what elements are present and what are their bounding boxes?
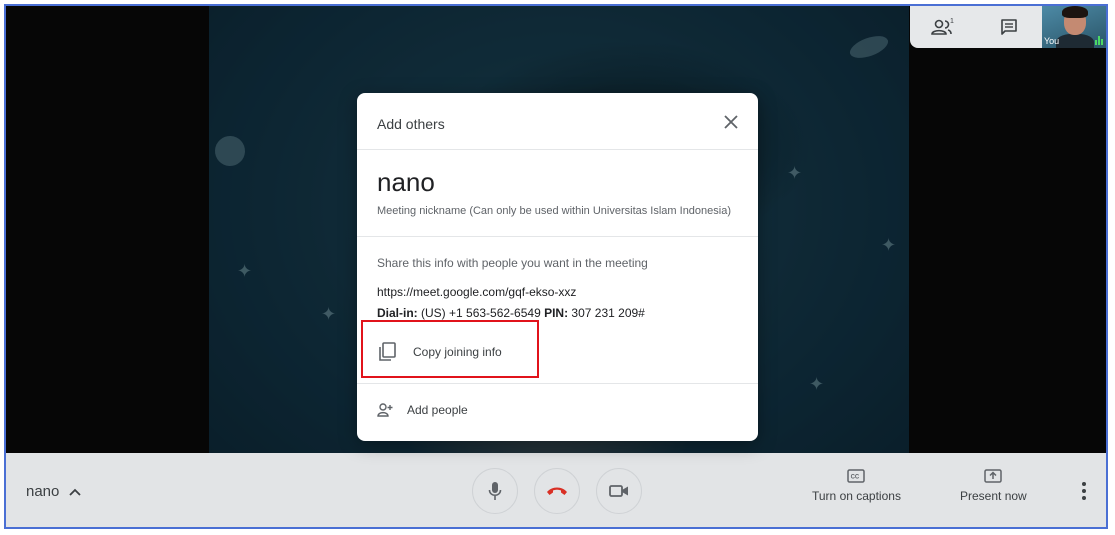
microphone-icon	[488, 482, 502, 500]
audio-level-icon	[1095, 36, 1103, 45]
add-people-button[interactable]: Add people	[377, 403, 468, 417]
divider	[357, 383, 758, 384]
dial-in-label: Dial-in:	[377, 306, 418, 320]
close-button[interactable]	[722, 113, 740, 131]
pin-label: PIN:	[544, 306, 569, 320]
meeting-link[interactable]: https://meet.google.com/gqf-ekso-xxz	[377, 285, 576, 299]
microphone-button[interactable]	[472, 468, 518, 514]
hang-up-icon	[547, 487, 567, 495]
camera-button[interactable]	[596, 468, 642, 514]
svg-text:CC: CC	[851, 475, 860, 481]
present-label: Present now	[960, 489, 1027, 503]
dialog-header: Add others	[357, 93, 758, 150]
captions-button[interactable]: CC Turn on captions	[812, 469, 901, 503]
copy-joining-info-label: Copy joining info	[413, 345, 502, 359]
video-camera-icon	[609, 485, 628, 497]
meeting-name: nano	[26, 483, 60, 500]
dial-in-number: (US) +1 563-562-6549	[417, 306, 545, 320]
bottom-bar: nano CC Turn on captions Present now	[6, 453, 1106, 527]
add-others-dialog: Add others nano Meeting nickname (Can on…	[357, 93, 758, 441]
chevron-up-icon	[69, 488, 82, 496]
participants-count: 1	[950, 18, 954, 25]
more-vert-icon	[1082, 482, 1086, 486]
copy-joining-info-button[interactable]: Copy joining info	[377, 339, 502, 365]
meeting-details-toggle[interactable]: nano	[26, 483, 82, 500]
share-info-text: Share this info with people you want in …	[377, 256, 648, 270]
participants-button[interactable]: 1	[927, 11, 959, 43]
pin-value: 307 231 209#	[568, 306, 645, 320]
self-view-tile[interactable]: You	[1042, 6, 1106, 48]
closed-captions-icon: CC	[847, 469, 866, 483]
present-now-button[interactable]: Present now	[960, 469, 1027, 503]
present-screen-icon	[984, 469, 1003, 483]
chat-button[interactable]	[993, 11, 1025, 43]
add-person-icon	[377, 403, 393, 417]
top-right-buttons: 1	[910, 6, 1042, 48]
self-view-label: You	[1044, 36, 1060, 46]
add-people-label: Add people	[407, 403, 468, 417]
top-right-controls: 1 You	[910, 6, 1106, 48]
close-icon	[724, 115, 738, 129]
more-options-button[interactable]	[1074, 479, 1094, 503]
end-call-button[interactable]	[534, 468, 580, 514]
dialog-title: Add others	[377, 116, 445, 132]
nickname-note: Meeting nickname (Can only be used withi…	[377, 205, 732, 217]
dial-in-info: Dial-in: (US) +1 563-562-6549 PIN: 307 2…	[377, 306, 645, 320]
copy-icon	[379, 342, 396, 361]
captions-label: Turn on captions	[812, 489, 901, 503]
divider	[357, 236, 758, 237]
meeting-nickname: nano	[377, 167, 435, 197]
chat-icon	[1001, 19, 1017, 35]
people-icon: 1	[931, 18, 954, 35]
